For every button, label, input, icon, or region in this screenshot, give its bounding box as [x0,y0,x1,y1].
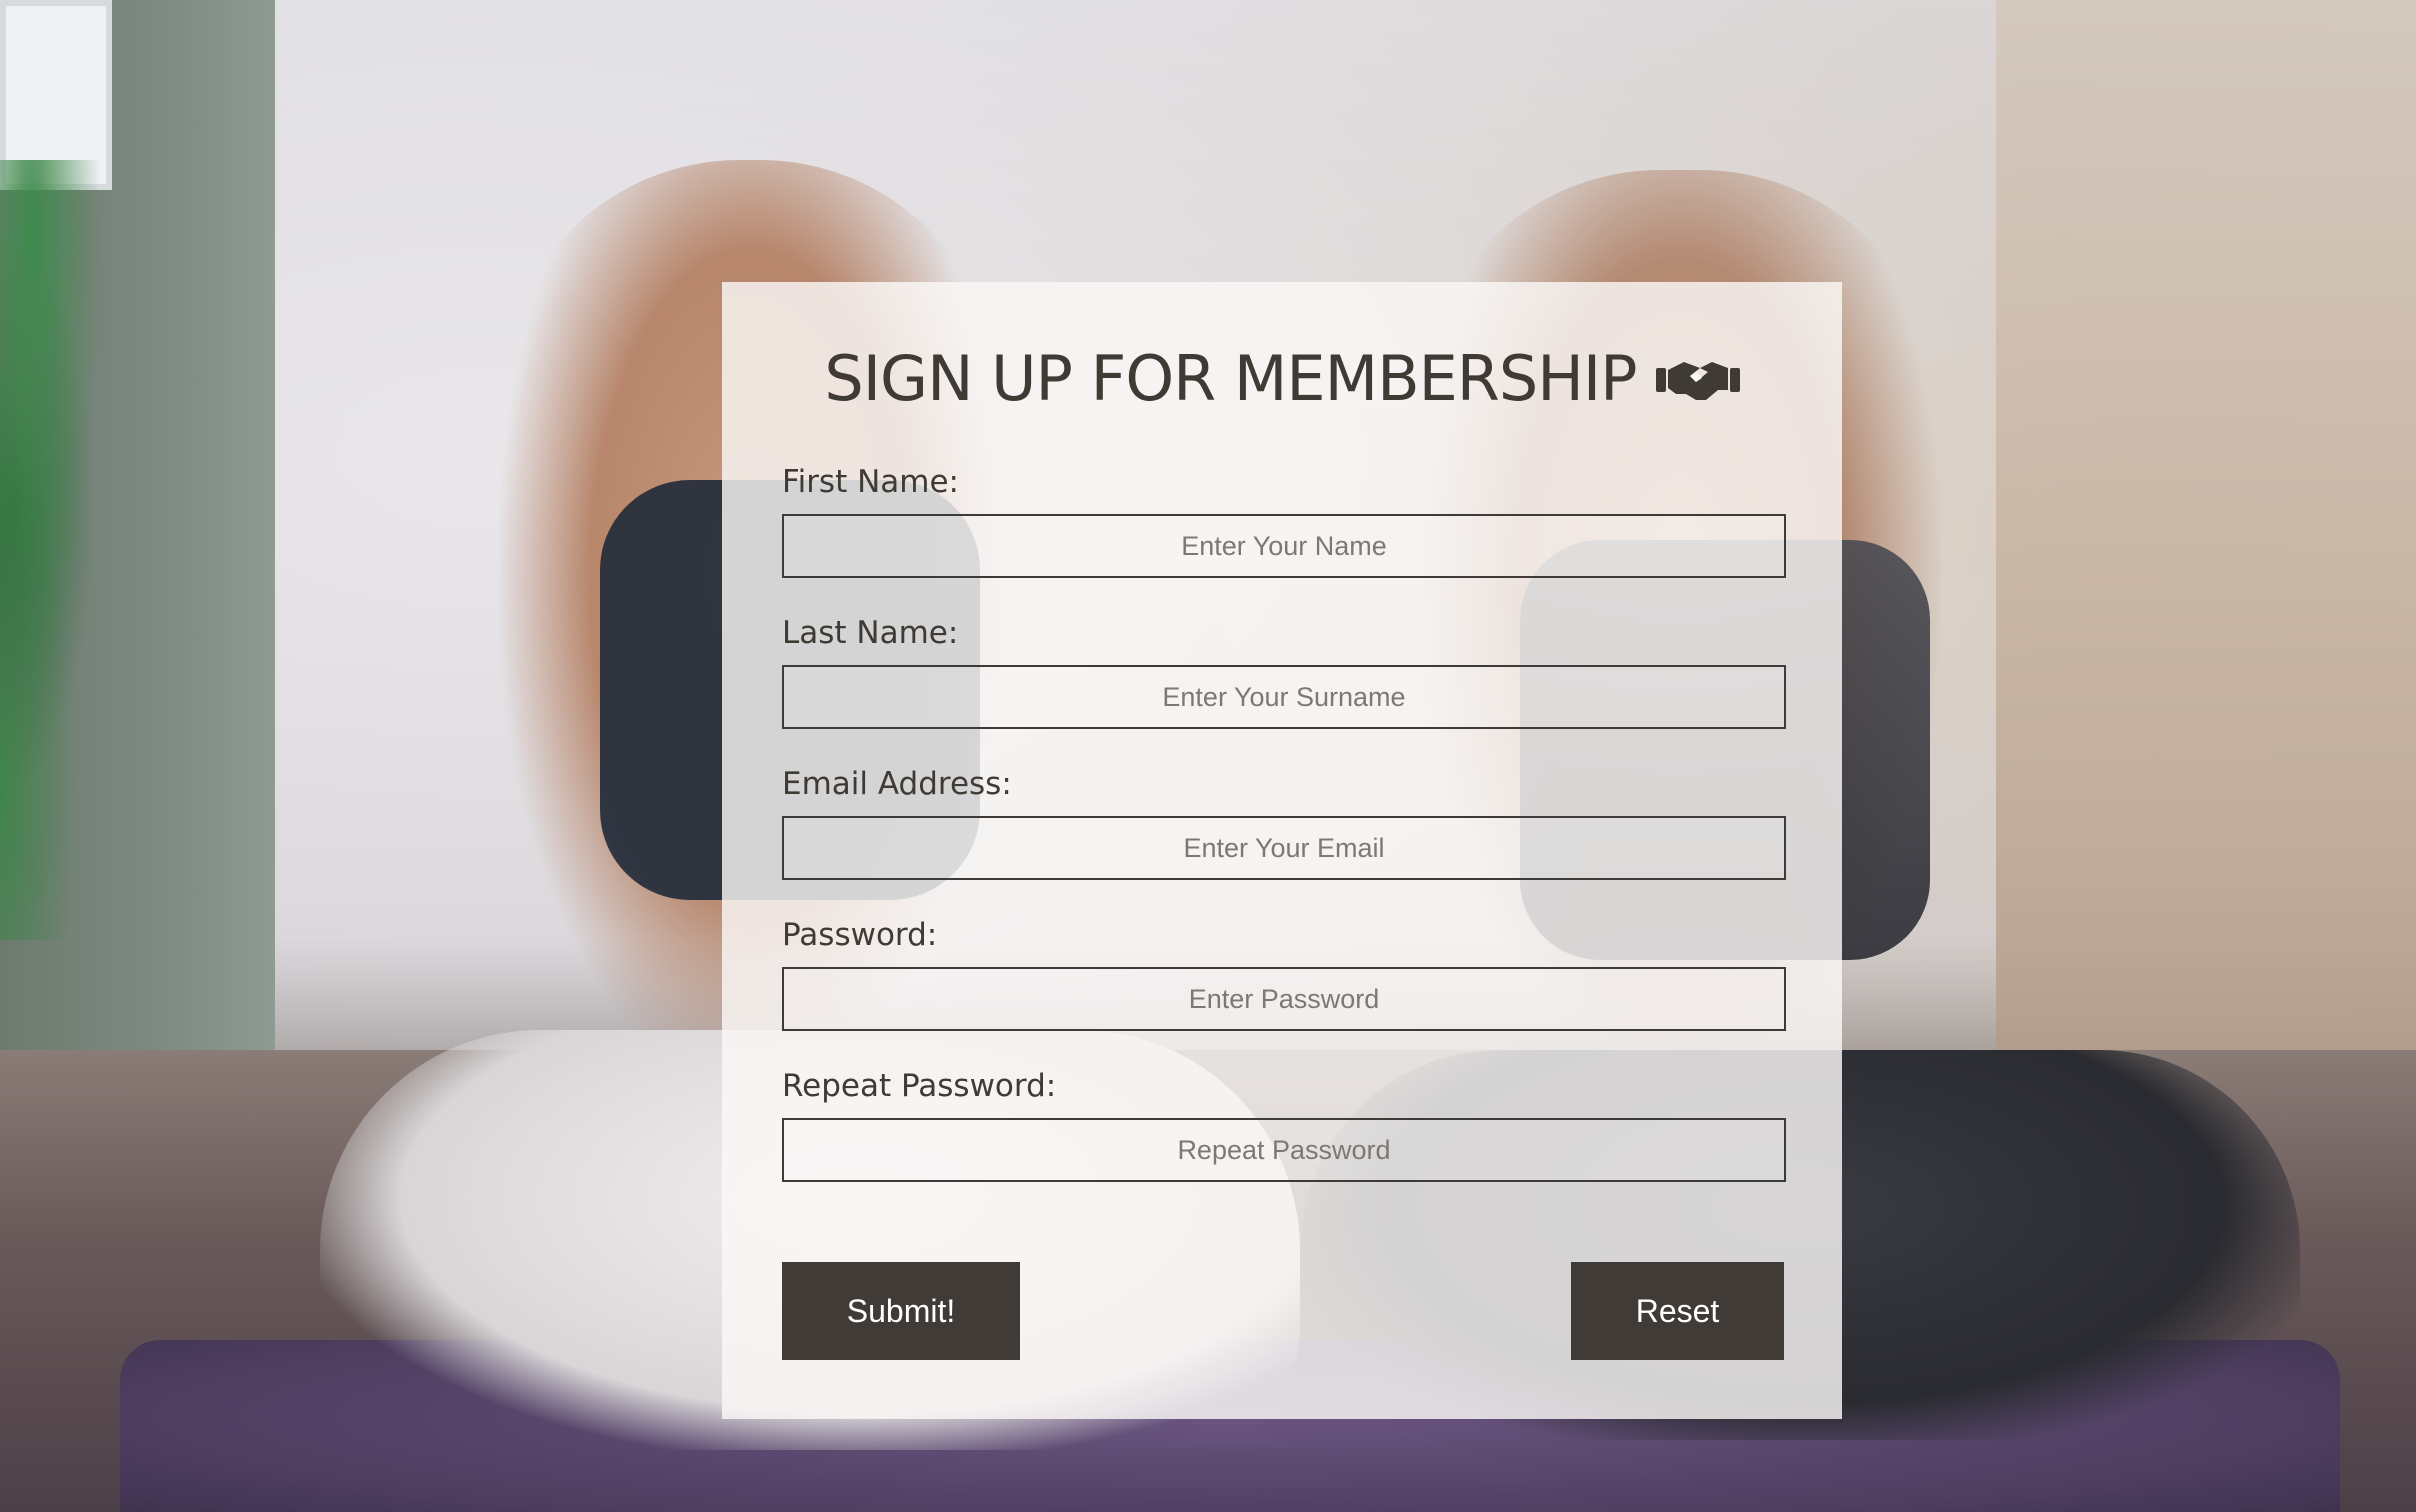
email-input[interactable] [782,816,1786,880]
reset-button[interactable]: Reset [1571,1262,1784,1360]
first-name-input[interactable] [782,514,1786,578]
repeat-password-input[interactable] [782,1118,1786,1182]
form-title: SIGN UP FOR MEMBERSHIP [824,342,1637,415]
submit-button[interactable]: Submit! [782,1262,1020,1360]
repeat-password-label: Repeat Password: [782,1068,1057,1104]
password-input[interactable] [782,967,1786,1031]
email-label: Email Address: [782,766,1012,802]
form-header: SIGN UP FOR MEMBERSHIP [722,342,1842,462]
password-label: Password: [782,917,938,953]
handshake-icon [1655,361,1740,400]
first-name-label: First Name: [782,464,959,500]
background-photo: SIGN UP FOR MEMBERSHIP First Name: Last … [0,0,2416,1512]
signup-form: SIGN UP FOR MEMBERSHIP First Name: Last … [722,282,1842,1419]
background-wall-right [1996,0,2416,1080]
last-name-input[interactable] [782,665,1786,729]
background-plant [0,160,140,940]
last-name-label: Last Name: [782,615,959,651]
